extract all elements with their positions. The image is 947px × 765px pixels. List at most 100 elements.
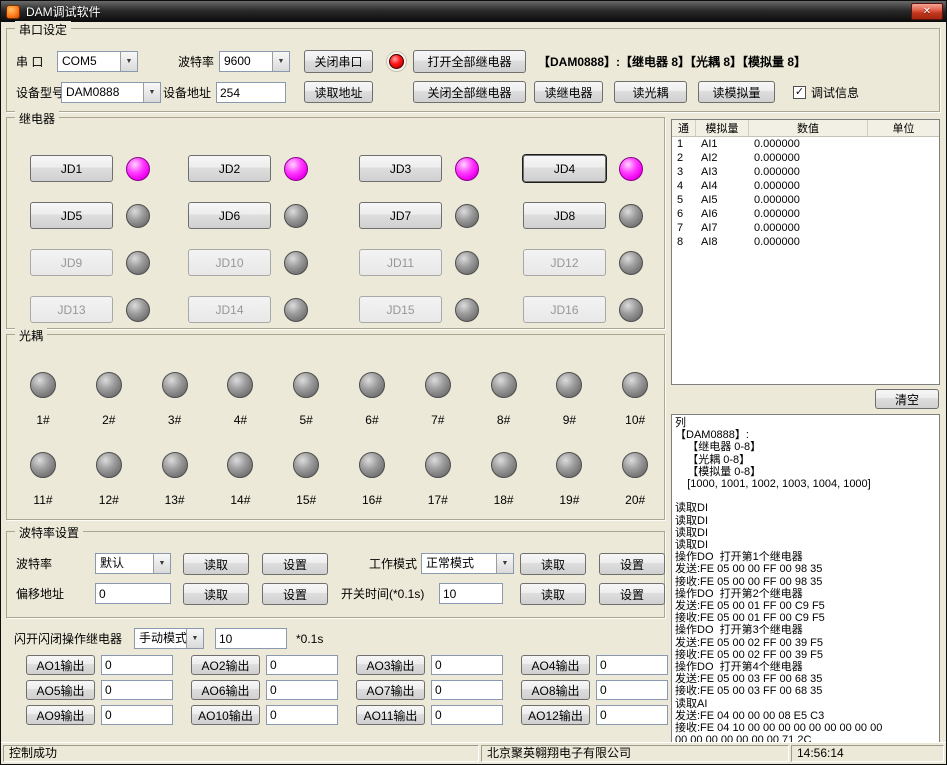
ao-output-button[interactable]: AO3输出 [356,655,425,675]
ao-output-input[interactable] [266,655,338,675]
baud-setting-select[interactable]: 默认 ▼ [95,553,171,574]
open-all-relays-button[interactable]: 打开全部继电器 [413,50,526,73]
relay-led-indicator [455,251,479,275]
relay-cell: JD10 [188,239,359,286]
baud-read-button[interactable]: 读取 [183,553,249,575]
opto-channel: 2# [94,372,124,427]
relay-button[interactable]: JD16 [523,296,606,323]
debug-info-checkbox[interactable] [793,86,806,99]
clear-button[interactable]: 清空 [875,389,939,409]
read-address-button[interactable]: 读取地址 [304,81,373,103]
close-button[interactable]: ✕ [911,3,943,20]
relay-button[interactable]: JD2 [188,155,271,182]
ao-output-cell: AO4输出 [521,655,686,680]
chevron-down-icon: ▼ [186,629,203,648]
relay-button[interactable]: JD6 [188,202,271,229]
ao-output-cell: AO3输出 [356,655,521,680]
ao-output-input[interactable] [266,705,338,725]
flash-time-input[interactable] [215,628,287,649]
read-analog-button[interactable]: 读模拟量 [698,81,775,103]
opto-channel-label: 3# [168,413,181,427]
analog-name-cell: AI7 [696,221,749,235]
offset-read-button[interactable]: 读取 [183,583,249,605]
switch-time-input[interactable] [439,583,503,604]
serial-status-led [389,54,404,69]
relay-button[interactable]: JD13 [30,296,113,323]
relay-button[interactable]: JD5 [30,202,113,229]
col-header-value[interactable]: 数值 [749,120,868,136]
offset-set-button[interactable]: 设置 [262,583,328,605]
debug-log[interactable]: 列 【DAM0888】: 【继电器 0-8】 【光耦 0-8】 【模拟量 0-8… [671,414,940,745]
relay-button[interactable]: JD7 [359,202,442,229]
ao-output-input[interactable] [431,705,503,725]
value-cell: 0.000000 [749,207,868,221]
ao-output-button[interactable]: AO10输出 [191,705,260,725]
ao-output-input[interactable] [101,680,173,700]
ao-output-input[interactable] [101,655,173,675]
model-select[interactable]: DAM0888 ▼ [61,82,161,103]
switch-time-read-button[interactable]: 读取 [520,583,586,605]
port-select[interactable]: COM5 ▼ [57,51,138,72]
title-bar[interactable]: DAM调试软件 ✕ [1,1,946,22]
relay-button[interactable]: JD12 [523,249,606,276]
relay-button[interactable]: JD15 [359,296,442,323]
ao-output-input[interactable] [596,680,668,700]
relay-button[interactable]: JD11 [359,249,442,276]
relay-button[interactable]: JD10 [188,249,271,276]
ao-output-input[interactable] [431,655,503,675]
ao-output-button[interactable]: AO7输出 [356,680,425,700]
ao-output-cell: AO11输出 [356,705,521,730]
unit-cell [868,221,939,235]
opto-led-indicator [96,452,122,478]
switch-time-set-button[interactable]: 设置 [599,583,665,605]
offset-address-input[interactable] [95,583,171,604]
opto-channel-label: 7# [431,413,444,427]
opto-group: 光耦 1# 2# 3# 4# [6,334,665,520]
ao-output-input[interactable] [266,680,338,700]
col-header-channel[interactable]: 通 [672,120,696,136]
ao-output-input[interactable] [431,680,503,700]
ao-output-button[interactable]: AO8输出 [521,680,590,700]
ao-output-input[interactable] [596,655,668,675]
ao-output-button[interactable]: AO12输出 [521,705,590,725]
work-mode-set-button[interactable]: 设置 [599,553,665,575]
relay-button[interactable]: JD3 [359,155,442,182]
relay-button[interactable]: JD9 [30,249,113,276]
baud-select[interactable]: 9600 ▼ [219,51,290,72]
chevron-down-icon: ▼ [153,554,170,573]
value-cell: 0.000000 [749,151,868,165]
col-header-analog[interactable]: 模拟量 [696,120,749,136]
switch-time-label: 开关时间(*0.1s) [341,583,424,605]
ao-output-button[interactable]: AO11输出 [356,705,425,725]
read-opto-button[interactable]: 读光耦 [614,81,687,103]
col-header-unit[interactable]: 单位 [868,120,939,136]
ao-output-button[interactable]: AO1输出 [26,655,95,675]
close-serial-button[interactable]: 关闭串口 [304,50,373,73]
ao-output-input[interactable] [101,705,173,725]
model-value: DAM0888 [62,83,143,102]
read-relays-button[interactable]: 读继电器 [534,81,603,103]
baud-set-button[interactable]: 设置 [262,553,328,575]
close-all-relays-button[interactable]: 关闭全部继电器 [413,81,526,103]
relay-cell: JD4 [523,145,663,192]
opto-channel: 7# [423,372,453,427]
ao-output-button[interactable]: AO6输出 [191,680,260,700]
ao-output-button[interactable]: AO5输出 [26,680,95,700]
ao-output-button[interactable]: AO2输出 [191,655,260,675]
device-summary: 【DAM0888】:【继电器 8】【光耦 8】【模拟量 8】 [538,51,806,73]
device-address-input[interactable] [216,82,286,103]
relay-button[interactable]: JD4 [523,155,606,182]
relay-button[interactable]: JD1 [30,155,113,182]
relay-cell: JD12 [523,239,663,286]
opto-led-indicator [227,372,253,398]
flash-mode-select[interactable]: 手动模式 ▼ [134,628,204,649]
relay-button[interactable]: JD8 [523,202,606,229]
relay-cell: JD3 [359,145,523,192]
relay-button[interactable]: JD14 [188,296,271,323]
work-mode-read-button[interactable]: 读取 [520,553,586,575]
baud-settings-group: 波特率设置 波特率 默认 ▼ 读取 设置 工作模式 正常模式 ▼ 读取 设置 偏… [6,531,665,618]
ao-output-button[interactable]: AO9输出 [26,705,95,725]
ao-output-button[interactable]: AO4输出 [521,655,590,675]
ao-output-input[interactable] [596,705,668,725]
work-mode-select[interactable]: 正常模式 ▼ [421,553,514,574]
